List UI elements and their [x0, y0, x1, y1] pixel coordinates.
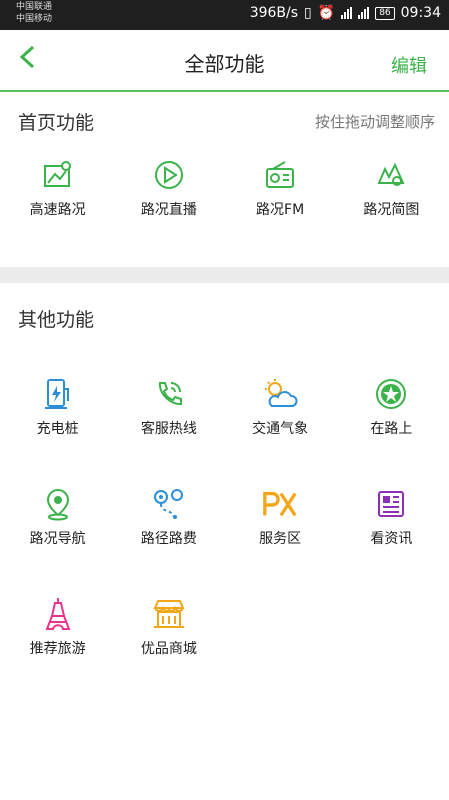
other-item-label: 客服热线	[140, 421, 197, 437]
home-item-label: 路况简图	[363, 202, 420, 218]
other-item-label: 看资讯	[370, 531, 413, 547]
edit-button[interactable]: 编辑	[391, 52, 427, 78]
carrier-1: 中国联通	[16, 2, 53, 12]
other-item-shop[interactable]: 优品商城	[113, 596, 224, 706]
app-header: 全部功能 编辑	[0, 30, 449, 92]
drag-hint: 按住拖动调整顺序	[314, 113, 435, 131]
vibrate-icon: ▯	[304, 5, 312, 21]
other-item-navigation[interactable]: 路况导航	[2, 486, 113, 596]
other-item-label: 交通气象	[252, 421, 309, 437]
page-title: 全部功能	[184, 52, 265, 76]
home-item-fm[interactable]: 路况FM	[225, 157, 336, 267]
home-function-grid: 高速路况 路况直播 路况FM 路况简图	[0, 157, 449, 267]
weather-icon	[262, 376, 298, 412]
carrier-info: 中国联通 中国移动	[16, 1, 52, 25]
battery-icon: 86	[375, 6, 395, 20]
other-section-header: 其他功能	[0, 305, 449, 332]
other-item-label: 服务区	[259, 531, 302, 547]
play-icon	[151, 157, 187, 193]
alarm-icon: ⏰	[317, 5, 336, 21]
simple-map-icon	[373, 157, 409, 193]
news-icon	[373, 486, 409, 522]
other-item-route-fee[interactable]: 路径路费	[113, 486, 224, 596]
other-item-label: 优品商城	[140, 641, 197, 657]
other-item-label: 在路上	[370, 421, 413, 437]
other-item-label: 路况导航	[29, 531, 86, 547]
status-icons: 396B/s ▯ ⏰ 86 09:34	[250, 5, 441, 21]
other-item-service-area[interactable]: 服务区	[225, 486, 336, 596]
radio-icon	[262, 157, 298, 193]
route-fee-icon	[151, 486, 187, 522]
other-item-charging[interactable]: 充电桩	[2, 376, 113, 486]
other-item-on-road[interactable]: 在路上	[336, 376, 447, 486]
other-section-title: 其他功能	[18, 309, 95, 331]
home-section-header: 首页功能 按住拖动调整顺序	[0, 108, 449, 135]
other-item-travel[interactable]: 推荐旅游	[2, 596, 113, 706]
tower-icon	[40, 596, 76, 632]
px-service-icon	[262, 486, 298, 522]
status-bar: 中国联通 中国移动 396B/s ▯ ⏰ 86 09:34	[0, 0, 449, 30]
home-item-simple-map[interactable]: 路况简图	[336, 157, 447, 267]
signal-icon	[341, 7, 353, 19]
signal-icon-2	[358, 7, 370, 19]
home-section-title: 首页功能	[18, 112, 95, 134]
star-badge-icon	[373, 376, 409, 412]
section-divider	[0, 267, 449, 283]
navigation-pin-icon	[40, 486, 76, 522]
other-item-weather[interactable]: 交通气象	[225, 376, 336, 486]
home-item-label: 路况FM	[256, 202, 305, 218]
other-item-news[interactable]: 看资讯	[336, 486, 447, 596]
other-item-label: 充电桩	[36, 421, 79, 437]
other-item-label: 路径路费	[140, 531, 197, 547]
phone-icon	[151, 376, 187, 412]
net-speed: 396B/s	[249, 5, 299, 21]
home-item-highway[interactable]: 高速路况	[2, 157, 113, 267]
clock: 09:34	[400, 5, 441, 21]
home-item-label: 路况直播	[140, 202, 197, 218]
other-item-label: 推荐旅游	[29, 641, 86, 657]
other-item-hotline[interactable]: 客服热线	[113, 376, 224, 486]
highway-map-icon	[40, 157, 76, 193]
home-item-live[interactable]: 路况直播	[113, 157, 224, 267]
other-function-grid: 充电桩 客服热线 交通气象 在路上 路况导航 路径路费 服务区 看资讯 推荐旅游…	[0, 376, 449, 706]
shop-icon	[151, 596, 187, 632]
home-item-label: 高速路况	[29, 202, 86, 218]
carrier-2: 中国移动	[16, 14, 53, 24]
charging-pile-icon	[40, 376, 76, 412]
